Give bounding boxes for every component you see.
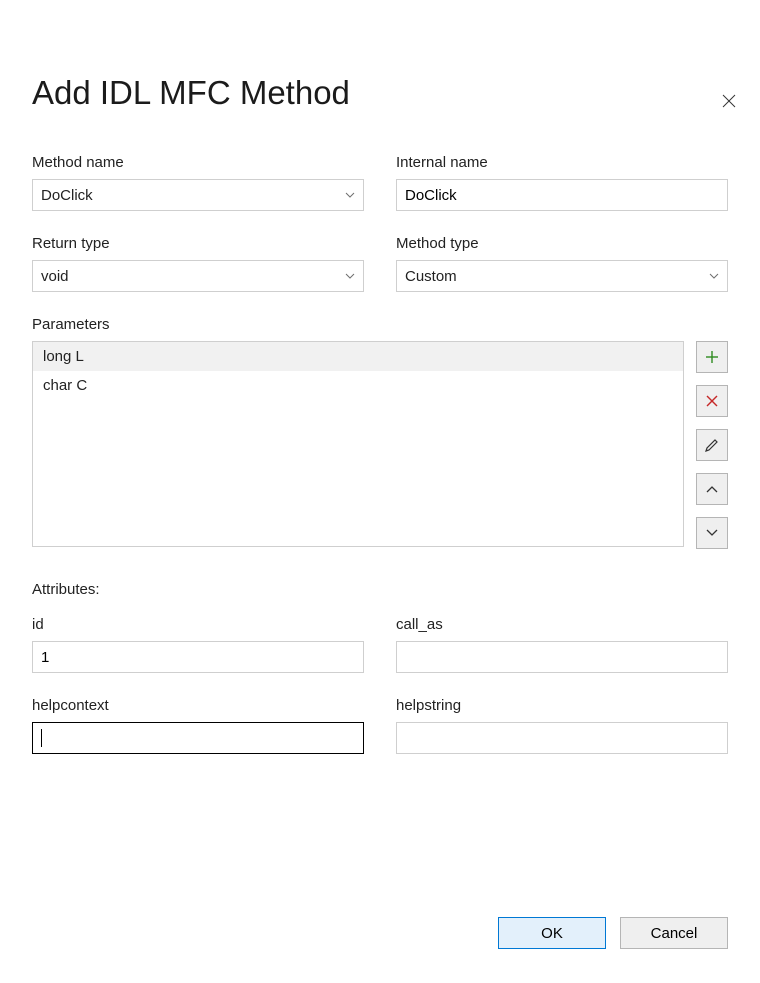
add-parameter-button[interactable] — [696, 341, 728, 373]
ok-button[interactable]: OK — [498, 917, 606, 949]
method-type-combo[interactable]: Custom — [396, 260, 728, 292]
method-name-value: DoClick — [41, 187, 345, 204]
return-type-combo[interactable]: void — [32, 260, 364, 292]
parameter-item[interactable]: char C — [33, 371, 683, 400]
parameters-listbox[interactable]: long Lchar C — [32, 341, 684, 547]
method-type-label: Method type — [396, 235, 728, 252]
id-label: id — [32, 616, 364, 633]
internal-name-input[interactable] — [396, 179, 728, 211]
move-down-button[interactable] — [696, 517, 728, 549]
method-name-label: Method name — [32, 154, 364, 171]
return-type-value: void — [41, 268, 345, 285]
pencil-icon — [704, 437, 720, 453]
parameter-item[interactable]: long L — [33, 342, 683, 371]
chevron-down-icon — [709, 271, 719, 281]
helpstring-field[interactable] — [405, 730, 719, 747]
dialog-title: Add IDL MFC Method — [32, 74, 728, 112]
chevron-up-icon — [705, 484, 719, 494]
id-input[interactable] — [32, 641, 364, 673]
move-up-button[interactable] — [696, 473, 728, 505]
chevron-down-icon — [705, 528, 719, 538]
return-type-label: Return type — [32, 235, 364, 252]
close-icon — [722, 94, 736, 108]
helpcontext-input[interactable] — [32, 722, 364, 754]
cancel-button-label: Cancel — [651, 925, 698, 942]
id-field[interactable] — [41, 649, 355, 666]
method-name-combo[interactable]: DoClick — [32, 179, 364, 211]
chevron-down-icon — [345, 271, 355, 281]
internal-name-label: Internal name — [396, 154, 728, 171]
attributes-section-label: Attributes: — [32, 581, 728, 598]
chevron-down-icon — [345, 190, 355, 200]
cancel-button[interactable]: Cancel — [620, 917, 728, 949]
ok-button-label: OK — [541, 925, 563, 942]
helpstring-input[interactable] — [396, 722, 728, 754]
call-as-input[interactable] — [396, 641, 728, 673]
helpcontext-label: helpcontext — [32, 697, 364, 714]
method-type-value: Custom — [405, 268, 709, 285]
x-icon — [704, 393, 720, 409]
edit-parameter-button[interactable] — [696, 429, 728, 461]
close-button[interactable] — [720, 92, 738, 110]
plus-icon — [704, 349, 720, 365]
parameters-label: Parameters — [32, 316, 728, 333]
call-as-field[interactable] — [405, 649, 719, 666]
helpstring-label: helpstring — [396, 697, 728, 714]
call-as-label: call_as — [396, 616, 728, 633]
internal-name-field[interactable] — [405, 187, 719, 204]
helpcontext-field[interactable] — [42, 730, 355, 747]
remove-parameter-button[interactable] — [696, 385, 728, 417]
